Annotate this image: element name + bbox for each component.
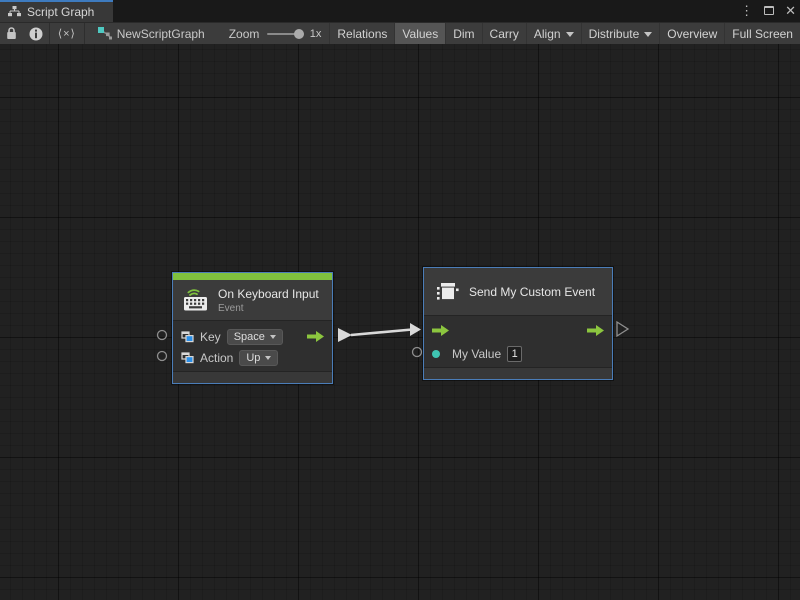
tab-bar: Script Graph ⋮ ✕: [0, 0, 800, 22]
distribute-dropdown-button[interactable]: Distribute: [581, 23, 660, 44]
output-flow-port-triangle[interactable]: [617, 322, 628, 336]
tab-label: Script Graph: [27, 5, 94, 19]
input-port-action[interactable]: [158, 352, 167, 361]
close-icon[interactable]: ✕: [785, 0, 796, 22]
chevron-down-icon: [566, 32, 574, 37]
port-label: My Value: [452, 347, 501, 361]
port-row-action: Action Up: [173, 347, 332, 368]
input-port-key[interactable]: [158, 331, 167, 340]
node-header[interactable]: Send My Custom Event: [424, 268, 612, 316]
window-controls: ⋮ ✕: [740, 0, 796, 22]
zoom-label: Zoom: [229, 23, 260, 44]
flow-row: [424, 319, 612, 342]
tab-script-graph[interactable]: Script Graph: [0, 0, 113, 22]
graph-canvas[interactable]: On Keyboard Input Event Key Spac: [0, 44, 800, 600]
node-footer: [424, 367, 612, 379]
lock-icon-button[interactable]: [0, 23, 23, 44]
flow-connection-wire[interactable]: [338, 323, 421, 342]
dim-button[interactable]: Dim: [445, 23, 481, 44]
node-title: On Keyboard Input: [218, 287, 319, 301]
event-accent-bar: [173, 273, 332, 280]
chevron-down-icon: [265, 356, 271, 360]
literal-windows-icon: [181, 331, 194, 343]
port-row-key: Key Space: [173, 326, 332, 347]
zoom-value: 1x: [310, 23, 322, 44]
script-graph-window: Script Graph ⋮ ✕ ⟨×⟩: [0, 0, 800, 600]
graph-reference-button[interactable]: NewScriptGraph: [98, 23, 205, 44]
menu-icon[interactable]: ⋮: [740, 0, 753, 22]
node-body: My Value 1: [424, 316, 612, 367]
overview-button[interactable]: Overview: [659, 23, 724, 44]
relations-button[interactable]: Relations: [329, 23, 394, 44]
flow-output-arrow-icon[interactable]: [587, 324, 604, 337]
input-port-my-value[interactable]: [413, 348, 422, 357]
node-send-my-custom-event[interactable]: Send My Custom Event: [423, 267, 613, 380]
node-body: Key Space: [173, 321, 332, 371]
maximize-icon[interactable]: [764, 0, 774, 22]
zoom-slider-handle[interactable]: [294, 29, 304, 39]
graph-name-label: NewScriptGraph: [117, 27, 205, 41]
lock-icon: [6, 27, 17, 40]
node-header[interactable]: On Keyboard Input Event: [173, 280, 332, 321]
node-footer: [173, 371, 332, 383]
port-row-my-value: My Value 1: [424, 342, 612, 365]
literal-windows-icon: [181, 352, 194, 364]
zoom-slider[interactable]: [267, 23, 303, 44]
hierarchy-graph-icon: [8, 6, 21, 18]
value-port-dot-icon[interactable]: [432, 350, 440, 358]
align-dropdown-button[interactable]: Align: [526, 23, 581, 44]
port-label: Key: [200, 330, 221, 344]
fullscreen-button[interactable]: Full Screen: [724, 23, 800, 44]
graph-asset-icon: [98, 27, 112, 40]
keyboard-icon: [183, 288, 210, 312]
node-title: Send My Custom Event: [469, 285, 595, 299]
port-label: Action: [200, 351, 233, 365]
chevron-down-icon: [644, 32, 652, 37]
key-dropdown[interactable]: Space: [227, 329, 283, 345]
value-input-field[interactable]: 1: [507, 346, 522, 362]
flow-input-arrow-icon[interactable]: [432, 324, 449, 337]
chevron-down-icon: [270, 335, 276, 339]
flow-output-arrow-icon[interactable]: [307, 330, 324, 343]
info-icon-button[interactable]: [23, 23, 49, 44]
info-icon: [29, 27, 43, 41]
action-dropdown[interactable]: Up: [239, 350, 278, 366]
values-button[interactable]: Values: [394, 23, 445, 44]
toolbar-toggle-buttons: Relations Values Dim Carry Align Distrib…: [329, 23, 800, 44]
custom-event-icon: [434, 280, 461, 304]
graph-toolbar: ⟨×⟩ NewScriptGraph Zoom 1x Relations: [0, 22, 800, 44]
code-preview-button[interactable]: ⟨×⟩: [49, 23, 84, 44]
node-subtitle: Event: [218, 303, 319, 314]
carry-button[interactable]: Carry: [482, 23, 526, 44]
node-on-keyboard-input[interactable]: On Keyboard Input Event Key Spac: [172, 272, 333, 384]
